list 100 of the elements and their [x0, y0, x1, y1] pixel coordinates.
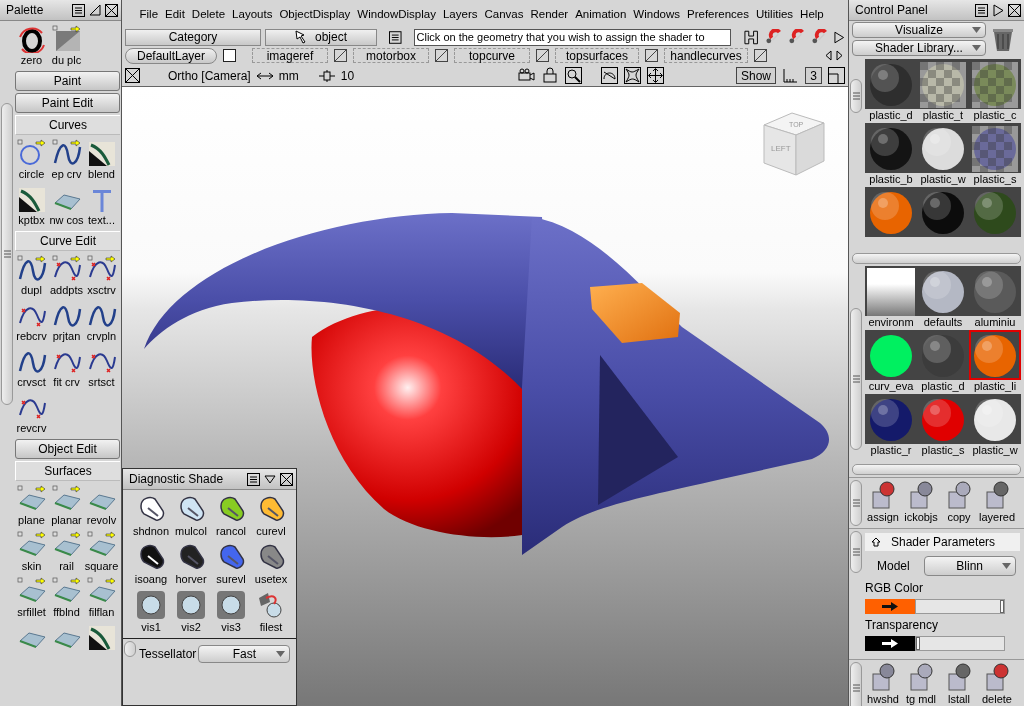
palette-section-header[interactable]: Curves [15, 115, 120, 135]
shade-mode-button[interactable]: surevl [211, 542, 251, 586]
trash-icon[interactable] [990, 26, 1016, 52]
layer-visibility-icon[interactable] [435, 49, 448, 62]
viewport-close-icon[interactable] [125, 68, 140, 83]
menu-icon[interactable] [72, 3, 85, 17]
layer-button[interactable]: handlecurves [664, 48, 748, 63]
play-icon[interactable] [833, 30, 845, 44]
layer-button[interactable]: imageref [252, 48, 328, 63]
menu-item[interactable]: Utilities [752, 8, 797, 20]
layer-button[interactable]: topcurve [454, 48, 530, 63]
menu-item[interactable]: Render [527, 8, 572, 20]
window-icon[interactable] [828, 67, 845, 84]
menu-item[interactable]: Preferences [683, 8, 753, 20]
tool-button[interactable]: rail [49, 531, 84, 573]
menu-item[interactable]: Animation [571, 8, 630, 20]
slider-thumb[interactable] [916, 637, 920, 650]
shade-mode-button[interactable]: vis2 [171, 590, 211, 634]
menu-icon[interactable] [247, 472, 260, 486]
shade-mode-button[interactable]: curevl [251, 494, 291, 538]
move-icon[interactable] [646, 67, 664, 84]
tool-button[interactable]: ep crv [49, 139, 84, 181]
fit-view-icon[interactable] [623, 67, 641, 84]
tool-button[interactable]: srtsct [84, 347, 119, 389]
tool-button[interactable]: circle [14, 139, 49, 181]
snap-icon[interactable] [743, 28, 760, 46]
close-icon[interactable] [280, 472, 293, 486]
tool-button[interactable]: dupl [14, 255, 49, 297]
shelf-button[interactable]: hwshd [865, 662, 901, 706]
close-icon[interactable] [1008, 3, 1021, 17]
layer-button[interactable]: topsurfaces [555, 48, 639, 63]
category-button[interactable]: Category [125, 28, 261, 46]
close-icon[interactable] [105, 3, 118, 17]
tool-button[interactable]: revcrv [14, 393, 49, 435]
tool-button[interactable]: text... [84, 185, 119, 227]
shelf-button[interactable]: ickobjs [903, 480, 939, 528]
menu-item[interactable]: File [136, 8, 162, 20]
layer-visibility-icon[interactable] [645, 49, 658, 62]
shelf-button[interactable]: layered [979, 480, 1015, 528]
pick-mode-button[interactable]: object [265, 28, 377, 46]
tool-button[interactable]: skin [14, 531, 49, 573]
tool-button[interactable]: planar [49, 485, 84, 527]
layer-visibility-icon[interactable] [754, 49, 767, 62]
show-button[interactable]: Show [735, 67, 776, 84]
layer-button[interactable]: DefaultLayer [125, 47, 217, 64]
shade-mode-button[interactable]: shdnon [131, 494, 171, 538]
section-header[interactable]: Shader Parameters [865, 533, 1020, 551]
play-icon[interactable] [992, 3, 1004, 17]
shelf-button[interactable]: lstall [941, 662, 977, 706]
model-dropdown[interactable]: Blinn [923, 556, 1016, 576]
tool-button[interactable]: du plc [49, 25, 84, 67]
scrollbar-thumb[interactable] [1, 103, 13, 405]
layer-button[interactable]: motorbox [353, 48, 429, 63]
tool-button[interactable]: blend [84, 139, 119, 181]
menu-icon[interactable] [389, 30, 402, 44]
color-chip[interactable] [865, 636, 915, 651]
tool-button[interactable]: filflan [84, 577, 119, 619]
shade-mode-button[interactable]: vis3 [211, 590, 251, 634]
collapse-icon[interactable] [871, 537, 881, 547]
tool-button[interactable]: square [84, 531, 119, 573]
count-button[interactable]: 3 [805, 67, 822, 84]
prompt-field[interactable]: Click on the geometry that you wish to assign the shader to [413, 28, 732, 46]
palette-section-header[interactable]: Object Edit [15, 439, 120, 459]
menu-item[interactable]: Layouts [228, 8, 276, 20]
layer-visibility-icon[interactable] [536, 49, 549, 62]
tool-button[interactable]: addpts [49, 255, 84, 297]
scrollbar-thumb[interactable] [850, 79, 862, 113]
scrollbar-thumb[interactable] [850, 662, 862, 706]
tool-button[interactable]: prjtan [49, 301, 84, 343]
tessellator-dropdown[interactable]: Fast [198, 645, 291, 663]
shade-mode-button[interactable]: vis1 [131, 590, 171, 634]
tool-button[interactable]: kptbx [14, 185, 49, 227]
checkbox[interactable] [223, 49, 236, 62]
scrollbar-thumb[interactable] [850, 308, 862, 450]
tool-button[interactable]: zero [14, 25, 49, 67]
menu-item[interactable]: ObjectDisplay [275, 8, 354, 20]
shelf-button[interactable]: delete [979, 662, 1015, 706]
shelf-button[interactable]: assign [865, 480, 901, 528]
camera-lock-icon[interactable] [542, 67, 560, 84]
palette-section-header[interactable]: Paint Edit [15, 93, 120, 113]
tool-button[interactable]: crvpln [84, 301, 119, 343]
horizontal-scrollbar[interactable] [852, 253, 1021, 264]
shade-mode-button[interactable]: mulcol [171, 494, 211, 538]
menu-item[interactable]: Help [796, 8, 828, 20]
scrollbar-thumb[interactable] [124, 641, 136, 657]
tool-button[interactable]: fit crv [49, 347, 84, 389]
shade-mode-button[interactable]: rancol [211, 494, 251, 538]
tumble-icon[interactable] [600, 67, 618, 84]
mode-dropdown[interactable]: Visualize [852, 22, 986, 38]
slider-thumb[interactable] [1000, 600, 1004, 613]
tool-button[interactable]: revolv [84, 485, 119, 527]
shade-mode-button[interactable]: isoang [131, 542, 171, 586]
zoom-icon[interactable] [565, 67, 583, 84]
scrollbar-thumb[interactable] [850, 480, 862, 526]
tool-button[interactable]: plane [14, 485, 49, 527]
menu-item[interactable]: Edit [161, 8, 189, 20]
menu-item[interactable]: Windows [629, 8, 684, 20]
shade-mode-button[interactable]: horver [171, 542, 211, 586]
tool-button[interactable]: rebcrv [14, 301, 49, 343]
tool-button[interactable]: xsctrv [84, 255, 119, 297]
